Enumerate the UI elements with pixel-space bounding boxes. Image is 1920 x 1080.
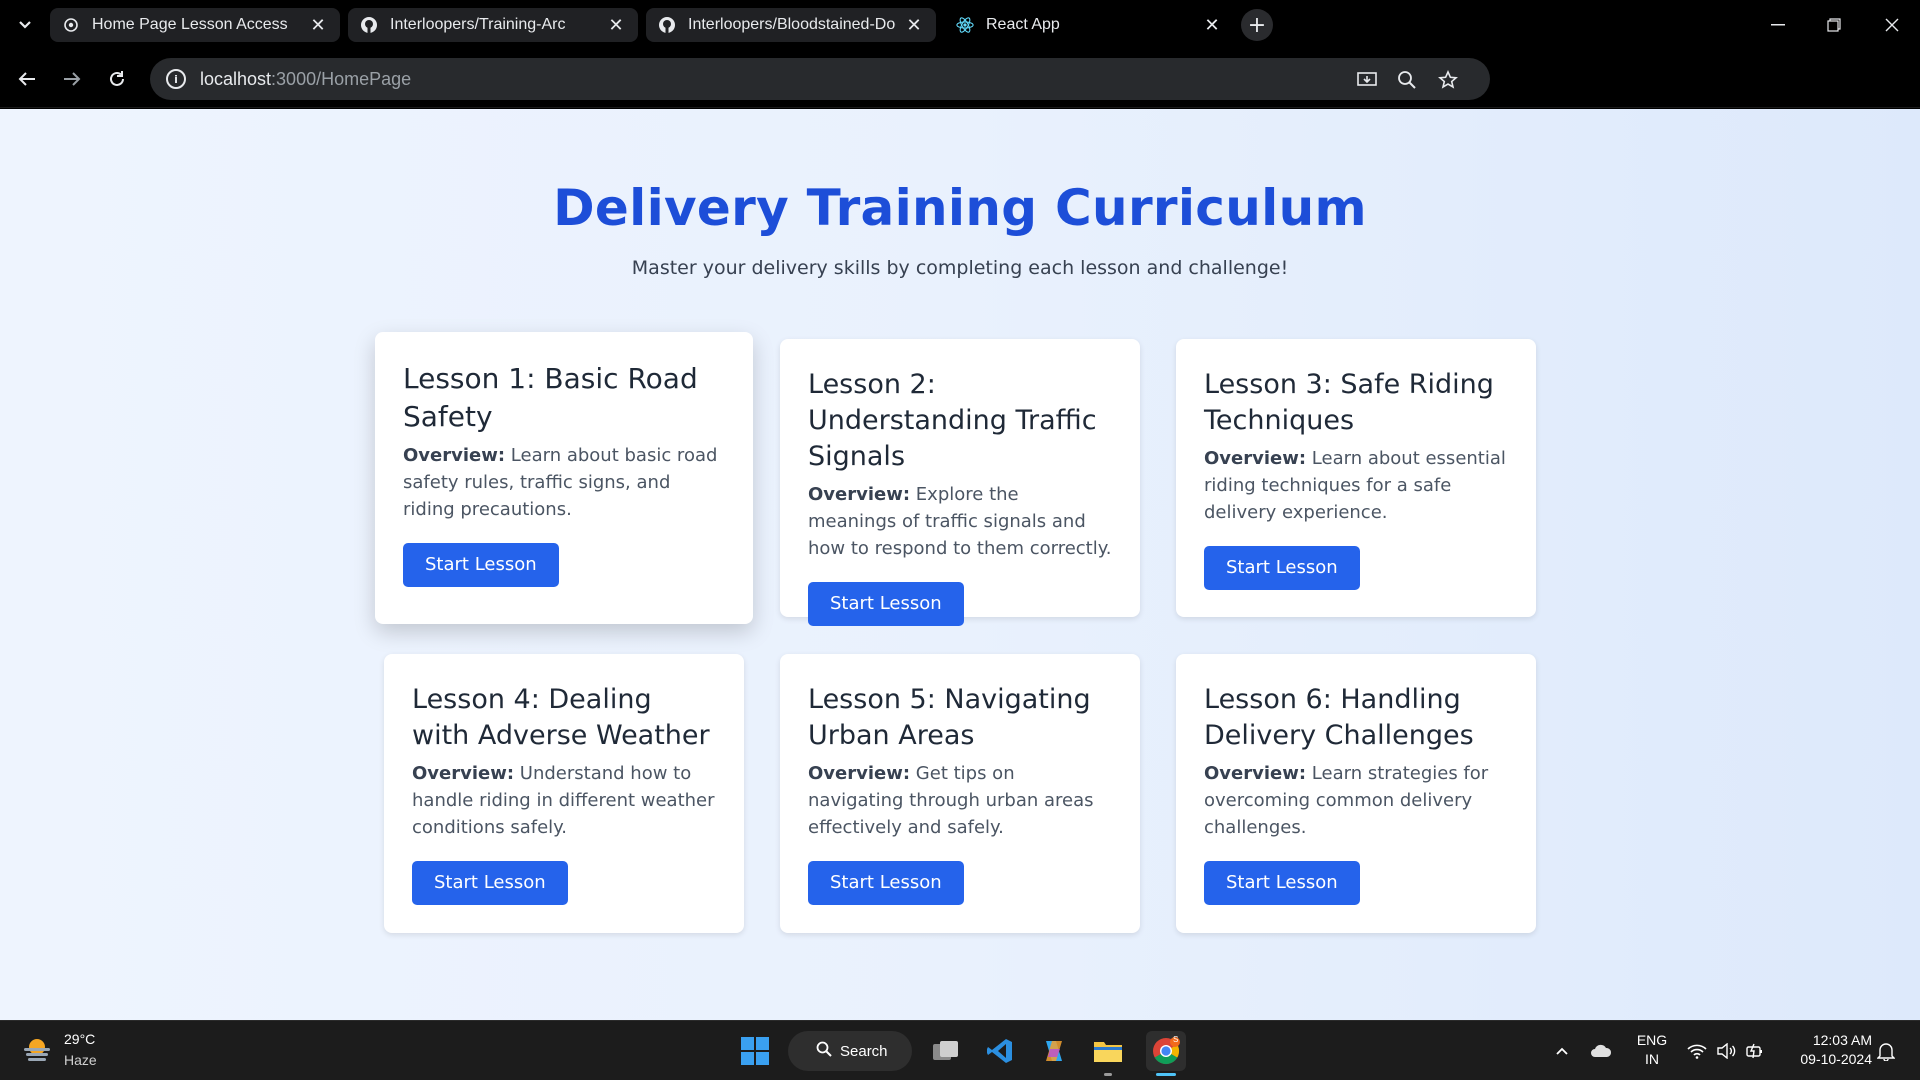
start-lesson-button[interactable]: Start Lesson bbox=[808, 861, 964, 905]
tab-title: Interloopers/Training-Arc bbox=[390, 16, 566, 33]
chrome-active-indicator bbox=[1156, 1073, 1176, 1076]
copilot-icon[interactable] bbox=[1036, 1033, 1072, 1069]
forward-arrow-icon[interactable] bbox=[55, 62, 89, 96]
lesson-title: Lesson 6: Handling Delivery Challenges bbox=[1204, 684, 1474, 751]
tab-strip: Home Page Lesson Access ✕ Interloopers/T… bbox=[0, 0, 1920, 50]
notification-bell-icon[interactable] bbox=[1874, 1039, 1898, 1063]
chrome-icon[interactable]: S bbox=[1146, 1031, 1186, 1071]
page-content: Delivery Training Curriculum Master your… bbox=[0, 109, 1920, 1020]
github-icon bbox=[658, 16, 676, 34]
lesson-overview: Overview: Learn about basic road safety … bbox=[403, 442, 725, 523]
taskbar-search-button[interactable]: Search bbox=[788, 1031, 912, 1071]
overview-label: Overview: bbox=[412, 763, 515, 784]
windows-taskbar: 29°C Haze Search S ENG IN 12:03 AM 09-10… bbox=[0, 1020, 1920, 1080]
overview-label: Overview: bbox=[1204, 448, 1307, 469]
browser-toolbar: i localhost:3000/HomePage ▣ S ⋮ bbox=[0, 50, 1920, 140]
tab-training-arc[interactable]: Interloopers/Training-Arc ✕ bbox=[348, 8, 638, 42]
tab-search-chevron-icon[interactable] bbox=[12, 12, 38, 38]
lesson-title: Lesson 4: Dealing with Adverse Weather bbox=[412, 684, 710, 751]
close-tab-icon[interactable]: ✕ bbox=[308, 15, 328, 35]
url-host: localhost bbox=[200, 68, 272, 89]
url-path: :3000/HomePage bbox=[271, 68, 412, 89]
lesson-title: Lesson 3: Safe Riding Techniques bbox=[1204, 369, 1494, 436]
address-bar[interactable]: i localhost:3000/HomePage bbox=[150, 58, 1490, 100]
haze-weather-icon[interactable] bbox=[22, 1034, 52, 1064]
reload-icon[interactable] bbox=[100, 62, 134, 96]
lesson-overview: Overview: Explore the meanings of traffi… bbox=[808, 481, 1112, 562]
system-clock[interactable]: 12:03 AM 09-10-2024 bbox=[1776, 1031, 1872, 1069]
tab-title: Interloopers/Bloodstained-Doc bbox=[688, 16, 896, 33]
weather-temperature: 29°C bbox=[64, 1031, 96, 1047]
start-lesson-button[interactable]: Start Lesson bbox=[403, 543, 559, 587]
lesson-card-1: Lesson 1: Basic Road Safety Overview: Le… bbox=[375, 332, 753, 624]
close-tab-icon[interactable]: ✕ bbox=[1202, 15, 1222, 35]
lesson-overview: Overview: Understand how to handle ridin… bbox=[412, 760, 716, 841]
overview-label: Overview: bbox=[808, 763, 911, 784]
lesson-title: Lesson 5: Navigating Urban Areas bbox=[808, 684, 1091, 751]
lesson-card-4: Lesson 4: Dealing with Adverse Weather O… bbox=[384, 654, 744, 933]
onedrive-cloud-icon[interactable] bbox=[1589, 1039, 1613, 1063]
page-title: Delivery Training Curriculum bbox=[553, 179, 1367, 237]
react-icon bbox=[956, 16, 974, 34]
overview-label: Overview: bbox=[1204, 763, 1307, 784]
lesson-title: Lesson 1: Basic Road Safety bbox=[403, 362, 698, 433]
windows-start-icon[interactable] bbox=[737, 1033, 773, 1069]
volume-icon[interactable] bbox=[1714, 1039, 1738, 1063]
start-lesson-button[interactable]: Start Lesson bbox=[1204, 861, 1360, 905]
tab-home-page-lesson-access[interactable]: Home Page Lesson Access ✕ bbox=[50, 8, 340, 42]
tab-react-app[interactable]: React App ✕ bbox=[944, 8, 1234, 42]
vscode-icon[interactable] bbox=[982, 1033, 1018, 1069]
lesson-overview: Overview: Learn about essential riding t… bbox=[1204, 445, 1508, 526]
input-language-indicator[interactable]: ENG IN bbox=[1634, 1031, 1670, 1069]
region-code: IN bbox=[1645, 1051, 1659, 1067]
close-tab-icon[interactable]: ✕ bbox=[904, 15, 924, 35]
lesson-card-6: Lesson 6: Handling Delivery Challenges O… bbox=[1176, 654, 1536, 933]
search-icon bbox=[816, 1041, 832, 1062]
language-code: ENG bbox=[1636, 1032, 1668, 1048]
close-tab-icon[interactable]: ✕ bbox=[606, 15, 626, 35]
tab-bloodstained-doc[interactable]: Interloopers/Bloodstained-Doc ✕ bbox=[646, 8, 936, 42]
new-tab-plus-icon[interactable]: + bbox=[1241, 9, 1273, 41]
chrome-profile-badge: S bbox=[1173, 1035, 1179, 1044]
zoom-icon[interactable] bbox=[1395, 68, 1419, 92]
explorer-running-indicator bbox=[1104, 1073, 1112, 1076]
page-subtitle: Master your delivery skills by completin… bbox=[631, 257, 1289, 279]
battery-charging-icon[interactable] bbox=[1743, 1039, 1767, 1063]
clock-date: 09-10-2024 bbox=[1800, 1051, 1872, 1067]
tab-title: React App bbox=[986, 16, 1060, 33]
weather-description: Haze bbox=[64, 1052, 97, 1068]
lesson-card-5: Lesson 5: Navigating Urban Areas Overvie… bbox=[780, 654, 1140, 933]
lesson-overview: Overview: Get tips on navigating through… bbox=[808, 760, 1112, 841]
tab-title: Home Page Lesson Access bbox=[92, 16, 288, 33]
show-hidden-icons-chevron-icon[interactable] bbox=[1550, 1039, 1574, 1063]
chatgpt-icon bbox=[62, 16, 80, 34]
search-label: Search bbox=[840, 1042, 888, 1060]
lesson-overview: Overview: Learn strategies for overcomin… bbox=[1204, 760, 1508, 841]
start-lesson-button[interactable]: Start Lesson bbox=[808, 582, 964, 626]
task-view-icon[interactable] bbox=[928, 1033, 964, 1069]
lesson-card-2: Lesson 2: Understanding Traffic Signals … bbox=[780, 339, 1140, 626]
wifi-icon[interactable] bbox=[1685, 1039, 1709, 1063]
start-lesson-button[interactable]: Start Lesson bbox=[412, 861, 568, 905]
minimize-icon[interactable] bbox=[1750, 0, 1806, 50]
lesson-title: Lesson 2: Understanding Traffic Signals bbox=[808, 369, 1097, 472]
site-info-icon[interactable]: i bbox=[166, 69, 186, 89]
overview-label: Overview: bbox=[808, 484, 911, 505]
lesson-card-3: Lesson 3: Safe Riding Techniques Overvie… bbox=[1176, 339, 1536, 617]
github-icon bbox=[360, 16, 378, 34]
file-explorer-icon[interactable] bbox=[1090, 1033, 1126, 1069]
bookmark-star-icon[interactable] bbox=[1436, 68, 1460, 92]
install-app-icon[interactable] bbox=[1355, 68, 1379, 92]
clock-time: 12:03 AM bbox=[1812, 1032, 1872, 1048]
close-window-icon[interactable] bbox=[1864, 0, 1920, 50]
start-lesson-button[interactable]: Start Lesson bbox=[1204, 546, 1360, 590]
restore-icon[interactable] bbox=[1806, 0, 1862, 50]
back-arrow-icon[interactable] bbox=[10, 62, 44, 96]
overview-label: Overview: bbox=[403, 445, 506, 466]
